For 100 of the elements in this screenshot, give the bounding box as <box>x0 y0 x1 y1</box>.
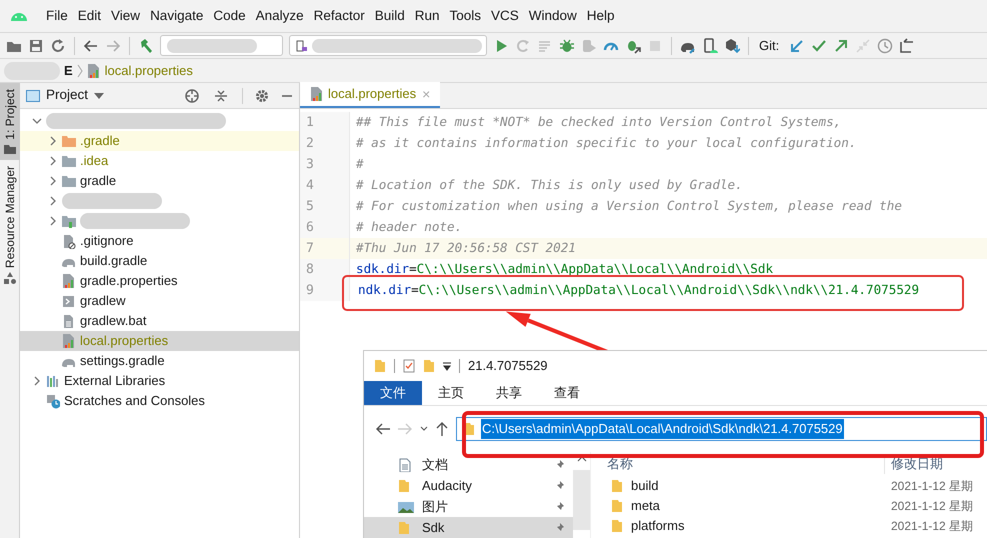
bug-icon[interactable] <box>559 38 575 54</box>
locate-icon[interactable] <box>184 88 200 104</box>
clock-icon[interactable] <box>877 38 894 54</box>
menu-item[interactable]: VCS <box>491 6 519 26</box>
chevron-up-icon[interactable] <box>576 456 586 462</box>
tree-item[interactable]: build.gradle <box>20 251 299 271</box>
nav-item[interactable]: Audacity <box>364 475 573 496</box>
chevron-right-icon[interactable] <box>48 136 58 146</box>
hammer-icon[interactable] <box>138 38 154 54</box>
pin-icon[interactable] <box>555 480 565 492</box>
revert-icon[interactable] <box>899 38 916 54</box>
up-arrow-icon[interactable] <box>436 422 448 436</box>
file-name[interactable]: build <box>631 476 658 496</box>
file-date: 2021-1-12 星期 <box>890 498 974 515</box>
breadcrumb-item[interactable]: E <box>64 60 73 80</box>
column-header[interactable]: 修改日期 <box>885 454 943 474</box>
terminal-file-icon <box>62 294 76 308</box>
code-line: sdk.dir=C\:\\Users\\admin\\AppData\\Local\\Android\\Sdk <box>355 260 774 278</box>
tree-item[interactable]: gradle.properties <box>20 271 299 291</box>
tree-item[interactable]: gradlew <box>20 291 299 311</box>
chevron-right-icon[interactable] <box>48 176 58 186</box>
tree-item[interactable]: .idea <box>20 151 299 171</box>
tree-item-label: gradlew.bat <box>80 312 146 330</box>
push-arrow-icon[interactable] <box>833 38 850 54</box>
breadcrumb-item[interactable]: local.properties <box>104 60 193 80</box>
collapse-icon[interactable] <box>214 88 228 102</box>
code-line: # <box>355 155 364 174</box>
nav-item[interactable]: 文档 <box>364 454 573 475</box>
chevron-down-icon[interactable] <box>32 116 42 126</box>
tool-window-tab[interactable]: 1: Project <box>0 83 20 160</box>
folder-icon <box>62 214 76 228</box>
dropdown-icon[interactable] <box>443 361 451 371</box>
tree-item[interactable]: .gitignore <box>20 231 299 251</box>
refresh-icon[interactable] <box>50 38 66 54</box>
folder-icon <box>611 479 623 493</box>
menu-item[interactable]: Window <box>528 6 577 26</box>
tree-item-label: .gitignore <box>80 232 134 250</box>
code-line: ## This file must *NOT* be checked into Version Control Systems, <box>355 113 842 132</box>
code-line: # header note. <box>355 218 462 236</box>
checklist-icon[interactable] <box>403 359 415 373</box>
folder-icon <box>4 144 16 154</box>
chevron-right-icon[interactable] <box>48 196 58 206</box>
chevron-down-icon[interactable] <box>420 426 428 432</box>
folder-icon <box>62 174 76 188</box>
chevron-right-icon[interactable] <box>48 216 58 226</box>
scrollbar-thumb[interactable] <box>573 470 590 530</box>
tree-item[interactable]: settings.gradle <box>20 351 299 371</box>
pin-icon[interactable] <box>555 458 565 470</box>
menu-item[interactable]: Navigate <box>150 6 204 26</box>
menu-item[interactable]: Edit <box>78 6 102 26</box>
chevron-right-icon[interactable] <box>48 156 58 166</box>
package-icon[interactable] <box>724 38 740 54</box>
tree-item[interactable]: gradlew.bat <box>20 311 299 331</box>
menu-item[interactable]: Refactor <box>314 6 365 26</box>
file-name[interactable]: meta <box>631 496 660 516</box>
tree-item[interactable]: Scratches and Consoles <box>20 391 299 411</box>
menu-item[interactable]: Tools <box>450 6 482 26</box>
ribbon-tab[interactable]: 查看 <box>538 381 596 405</box>
ribbon-tab[interactable]: 文件 <box>364 381 422 405</box>
phone-icon[interactable] <box>702 38 718 54</box>
update-arrow-icon[interactable] <box>789 38 806 54</box>
file-name[interactable]: platforms <box>631 516 684 536</box>
back-arrow-icon[interactable] <box>83 38 99 54</box>
scratches-icon <box>46 394 60 408</box>
properties-file-icon <box>62 273 76 289</box>
check-icon[interactable] <box>811 38 828 54</box>
file-date: 2021-1-12 星期 <box>890 518 974 535</box>
menu-item[interactable]: Run <box>414 6 440 26</box>
save-icon[interactable] <box>28 38 44 54</box>
pin-icon[interactable] <box>555 522 565 534</box>
tree-item-label: settings.gradle <box>80 352 165 370</box>
menu-item[interactable]: View <box>111 6 140 26</box>
address-field[interactable]: C:\Users\admin\AppData\Local\Android\Sdk\ndk\21.4.7075529 <box>456 417 987 441</box>
git-label: Git: <box>759 36 780 55</box>
code-line: # For customization when using a Version Control System, please read the <box>355 197 902 216</box>
menu-item[interactable]: Help <box>586 6 615 26</box>
ribbon-tab[interactable]: 共享 <box>480 381 538 405</box>
tool-window-tab[interactable]: Resource Manager <box>0 160 20 290</box>
menu-item[interactable]: Code <box>213 6 246 26</box>
tree-item[interactable]: gradle <box>20 171 299 191</box>
menu-item[interactable]: Build <box>374 6 405 26</box>
editor-tab[interactable]: local.properties × <box>300 82 440 108</box>
window-icon <box>26 90 40 102</box>
panel-title[interactable]: Project <box>46 85 88 106</box>
folder-icon <box>611 499 623 513</box>
line-number: 9 <box>300 280 350 301</box>
menu-item[interactable]: Analyze <box>256 6 304 26</box>
settings-icon[interactable] <box>255 88 269 102</box>
pin-icon[interactable] <box>555 500 565 512</box>
back-arrow-icon[interactable] <box>376 423 390 435</box>
tree-item[interactable]: External Libraries <box>20 371 299 391</box>
text-file-icon <box>62 314 76 328</box>
column-header[interactable]: 名称 <box>591 454 885 474</box>
tree-item[interactable]: .gradle <box>20 131 299 151</box>
nav-item[interactable]: Sdk <box>364 517 573 538</box>
menu-item[interactable]: File <box>46 6 68 26</box>
nav-item[interactable]: 图片 <box>364 496 573 517</box>
ribbon-tab[interactable]: 主页 <box>422 381 480 405</box>
chevron-right-icon[interactable] <box>32 376 42 386</box>
folder-icon <box>423 359 435 373</box>
